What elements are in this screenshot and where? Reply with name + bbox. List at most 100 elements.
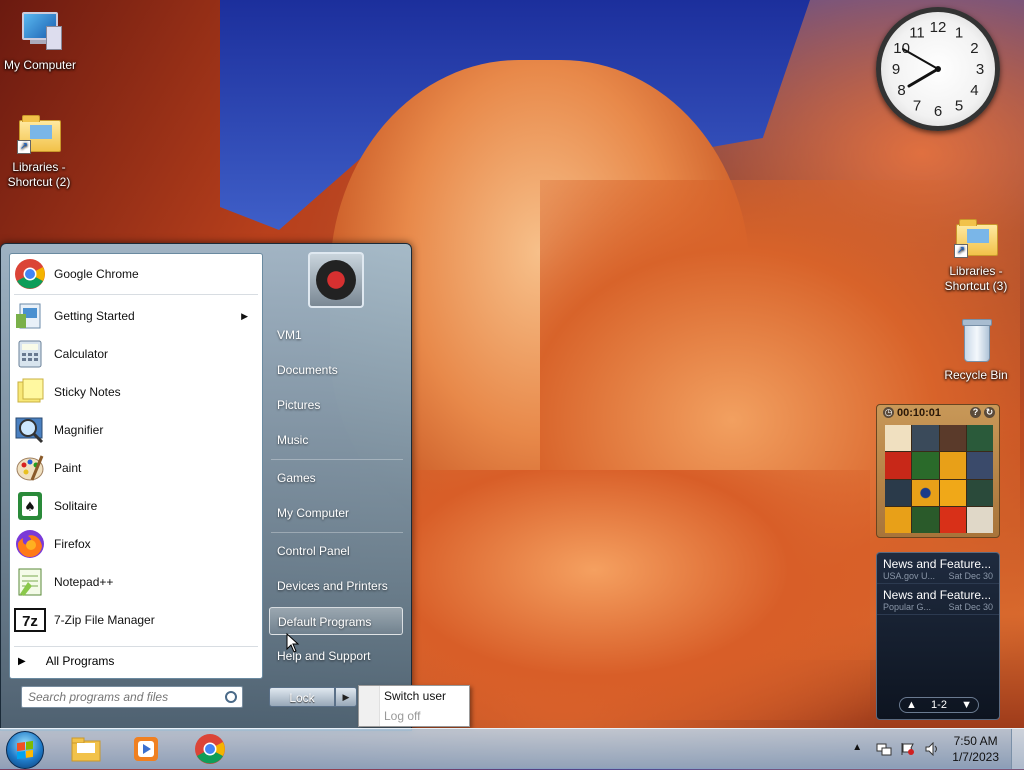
start-link-vm1[interactable]: VM1 [269, 321, 403, 349]
libraries-folder-icon: ↗ [15, 110, 63, 158]
puzzle-tile[interactable] [966, 479, 993, 506]
puzzle-tile[interactable] [912, 425, 939, 452]
puzzle-tile[interactable] [912, 479, 939, 506]
clock-numeral: 6 [934, 103, 942, 120]
program-google-chrome[interactable]: Google Chrome [12, 256, 258, 292]
feed-item-title: News and Feature... [883, 557, 992, 571]
program-7zip[interactable]: 7z 7-Zip File Manager [12, 602, 258, 638]
desktop-icon-label: My Computer [3, 58, 77, 72]
program-label: Solitaire [54, 499, 98, 513]
start-search-box[interactable] [21, 686, 243, 708]
puzzle-tile[interactable] [885, 452, 912, 479]
lock-button[interactable]: Lock [269, 687, 335, 707]
mouse-pointer-icon [286, 633, 300, 653]
svg-text:7z: 7z [22, 613, 38, 630]
libraries-folder-icon: ↗ [952, 214, 1000, 262]
puzzle-timer-icon[interactable]: ◷ [883, 407, 894, 418]
folder-icon [71, 737, 101, 762]
start-link-default-programs[interactable]: Default Programs [269, 607, 403, 635]
show-hidden-icons-icon[interactable]: ▲ [852, 742, 868, 756]
clock-numeral: 4 [970, 82, 978, 99]
help-icon[interactable]: ? [970, 407, 981, 418]
seven-zip-icon: 7z [14, 604, 46, 636]
puzzle-grid[interactable] [885, 425, 993, 533]
user-avatar[interactable] [308, 252, 364, 308]
taskbar-explorer-button[interactable] [70, 733, 102, 765]
sticky-notes-icon [14, 376, 46, 408]
start-link-documents[interactable]: Documents [269, 356, 403, 384]
firefox-icon [14, 528, 46, 560]
puzzle-tile[interactable] [966, 425, 993, 452]
program-notepad-plus[interactable]: Notepad++ [12, 564, 258, 600]
start-link-control-panel[interactable]: Control Panel [269, 537, 403, 565]
start-link-games[interactable]: Games [269, 464, 403, 492]
paint-icon [14, 452, 46, 484]
feed-next-icon[interactable]: ▼ [961, 699, 972, 711]
divider [271, 532, 403, 533]
puzzle-tile[interactable] [939, 479, 966, 506]
program-solitaire[interactable]: ♠ Solitaire [12, 488, 258, 524]
search-input[interactable] [22, 687, 230, 707]
puzzle-tile[interactable] [939, 425, 966, 452]
puzzle-tile[interactable] [939, 506, 966, 533]
start-button[interactable] [6, 731, 44, 769]
notepad-plus-icon [14, 566, 46, 598]
search-icon[interactable] [225, 691, 237, 703]
program-calculator[interactable]: Calculator [12, 336, 258, 372]
program-firefox[interactable]: Firefox [12, 526, 258, 562]
calculator-icon [14, 338, 46, 370]
program-sticky-notes[interactable]: Sticky Notes [12, 374, 258, 410]
start-link-devices-printers[interactable]: Devices and Printers [269, 572, 403, 600]
taskbar-media-player-button[interactable] [130, 733, 162, 765]
svg-text:♠: ♠ [24, 500, 36, 515]
clock-numeral: 12 [930, 19, 947, 36]
puzzle-tile[interactable] [912, 452, 939, 479]
desktop-icon-libraries-2[interactable]: ↗ Libraries - Shortcut (2) [0, 110, 78, 190]
puzzle-tile[interactable] [885, 506, 912, 533]
feed-item-title: News and Feature... [883, 588, 992, 602]
start-link-my-computer[interactable]: My Computer [269, 499, 403, 527]
menu-item-log-off[interactable]: Log off [384, 709, 420, 723]
program-label: Magnifier [54, 423, 104, 437]
taskbar-chrome-button[interactable] [194, 733, 226, 765]
desktop-icon-libraries-3[interactable]: ↗ Libraries - Shortcut (3) [936, 214, 1016, 294]
shuffle-icon[interactable]: ↻ [984, 407, 995, 418]
clock-gadget[interactable]: 12 1 2 3 4 5 6 7 8 9 10 11 [876, 7, 1000, 131]
puzzle-tile[interactable] [912, 506, 939, 533]
picture-puzzle-gadget[interactable]: ◷ 00:10:01 ? ↻ [876, 404, 1000, 538]
puzzle-tile[interactable] [966, 452, 993, 479]
puzzle-tile[interactable] [885, 425, 912, 452]
desktop-icon-my-computer[interactable]: My Computer [0, 8, 80, 73]
show-desktop-button[interactable] [1011, 729, 1024, 769]
feed-prev-icon[interactable]: ▲ [906, 699, 917, 711]
feed-item-date: Sat Dec 30 [948, 602, 993, 612]
feed-item-source: Popular G... [883, 602, 932, 612]
puzzle-tile[interactable] [885, 479, 912, 506]
puzzle-tile[interactable] [939, 452, 966, 479]
program-paint[interactable]: Paint [12, 450, 258, 486]
taskbar: ▲ 7:50 AM 1/7/2023 [0, 728, 1024, 769]
start-link-pictures[interactable]: Pictures [269, 391, 403, 419]
computer-icon [16, 8, 64, 56]
start-menu: Google Chrome Getting Started ▶ Calculat… [0, 243, 412, 731]
feed-item[interactable]: News and Feature... USA.gov U... Sat Dec … [877, 553, 999, 584]
clock-numeral: 2 [970, 40, 978, 57]
feed-headlines-gadget[interactable]: News and Feature... USA.gov U... Sat Dec … [876, 552, 1000, 720]
taskbar-clock[interactable]: 7:50 AM 1/7/2023 [952, 733, 999, 765]
program-magnifier[interactable]: Magnifier [12, 412, 258, 448]
program-label: Sticky Notes [54, 385, 121, 399]
puzzle-tile[interactable] [966, 506, 993, 533]
volume-icon[interactable] [924, 741, 940, 757]
divider [14, 646, 258, 647]
desktop-icon-recycle-bin[interactable]: Recycle Bin [936, 318, 1016, 383]
action-center-flag-icon[interactable] [900, 742, 916, 756]
power-options-arrow[interactable]: ▶ [335, 687, 357, 707]
clock-numeral: 3 [976, 61, 984, 78]
all-programs-button[interactable]: ▶ All Programs [18, 654, 114, 668]
divider [14, 294, 258, 295]
start-link-music[interactable]: Music [269, 426, 403, 454]
feed-item[interactable]: News and Feature... Popular G... Sat Dec … [877, 584, 999, 615]
network-icon[interactable] [876, 742, 892, 756]
menu-item-switch-user[interactable]: Switch user [384, 689, 446, 703]
program-getting-started[interactable]: Getting Started ▶ [12, 298, 258, 334]
